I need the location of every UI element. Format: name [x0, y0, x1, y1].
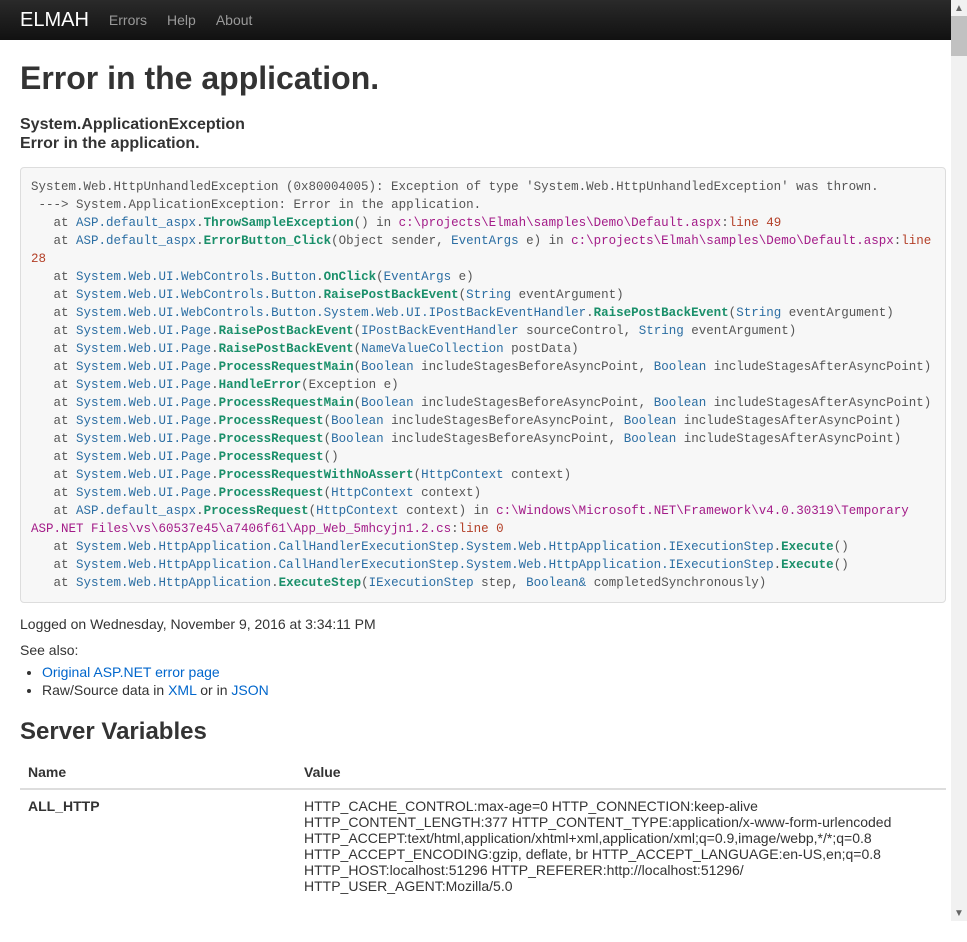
server-vars-table: Name Value ALL_HTTP HTTP_CACHE_CONTROL:m… — [20, 756, 946, 902]
stack-frame: at System.Web.UI.Page.ProcessRequest(Htt… — [31, 486, 481, 500]
stack-frame: at ASP.default_aspx.ErrorButton_Click(Ob… — [31, 234, 939, 266]
scrollbar-thumb[interactable] — [951, 16, 967, 56]
col-name: Name — [20, 756, 296, 789]
exception-type: System.ApplicationException — [20, 115, 946, 134]
stack-frame: at ASP.default_aspx.ThrowSampleException… — [31, 216, 781, 230]
scroll-up-icon[interactable]: ▲ — [951, 0, 967, 16]
scrollbar-track[interactable]: ▲ ▼ — [951, 0, 967, 921]
server-vars-heading: Server Variables — [20, 718, 946, 746]
nav-about[interactable]: About — [216, 12, 253, 28]
nav-errors[interactable]: Errors — [109, 12, 147, 28]
stack-frame: at System.Web.UI.Page.ProcessRequestWith… — [31, 468, 571, 482]
exception-message: Error in the application. — [20, 134, 946, 153]
stack-frame: at System.Web.HttpApplication.CallHandle… — [31, 558, 849, 572]
stack-frame: at System.Web.UI.WebControls.Button.Rais… — [31, 288, 624, 302]
navbar: ELMAH Errors Help About — [0, 0, 967, 40]
or-in-label: or in — [196, 682, 231, 698]
stack-frame: at System.Web.UI.WebControls.Button.Syst… — [31, 306, 894, 320]
stack-line: System.Web.HttpUnhandledException (0x800… — [31, 180, 879, 212]
stack-frame: at System.Web.UI.Page.RaisePostBackEvent… — [31, 342, 579, 356]
stack-frame: at System.Web.UI.Page.ProcessRequestMain… — [31, 396, 931, 410]
logged-timestamp: Logged on Wednesday, November 9, 2016 at… — [20, 616, 946, 632]
stack-frame: at System.Web.HttpApplication.ExecuteSte… — [31, 576, 766, 590]
brand[interactable]: ELMAH — [20, 9, 89, 32]
list-item: Original ASP.NET error page — [42, 664, 946, 680]
var-name: ALL_HTTP — [20, 789, 296, 902]
stack-trace: System.Web.HttpUnhandledException (0x800… — [20, 167, 946, 603]
nav-help[interactable]: Help — [167, 12, 196, 28]
stack-frame: at System.Web.UI.Page.ProcessRequest(Boo… — [31, 432, 901, 446]
var-value: HTTP_CACHE_CONTROL:max-age=0 HTTP_CONNEC… — [296, 789, 946, 902]
table-row: ALL_HTTP HTTP_CACHE_CONTROL:max-age=0 HT… — [20, 789, 946, 902]
xml-link[interactable]: XML — [168, 682, 196, 698]
stack-frame: at System.Web.UI.Page.HandleError(Except… — [31, 378, 399, 392]
stack-frame: at System.Web.UI.Page.RaisePostBackEvent… — [31, 324, 796, 338]
see-also-label: See also: — [20, 642, 946, 658]
scroll-down-icon[interactable]: ▼ — [951, 905, 967, 921]
stack-frame: at System.Web.UI.Page.ProcessRequestMain… — [31, 360, 931, 374]
content: Error in the application. System.Applica… — [0, 40, 966, 942]
stack-frame: at ASP.default_aspx.ProcessRequest(HttpC… — [31, 504, 916, 536]
list-item: Raw/Source data in XML or in JSON — [42, 682, 946, 698]
see-also-list: Original ASP.NET error page Raw/Source d… — [42, 664, 946, 698]
raw-label: Raw/Source data in — [42, 682, 168, 698]
stack-frame: at System.Web.UI.Page.ProcessRequest(Boo… — [31, 414, 901, 428]
stack-frame: at System.Web.UI.Page.ProcessRequest() — [31, 450, 339, 464]
stack-frame: at System.Web.UI.WebControls.Button.OnCl… — [31, 270, 474, 284]
stack-frame: at System.Web.HttpApplication.CallHandle… — [31, 540, 849, 554]
original-error-link[interactable]: Original ASP.NET error page — [42, 664, 220, 680]
page-title: Error in the application. — [20, 60, 946, 97]
col-value: Value — [296, 756, 946, 789]
json-link[interactable]: JSON — [231, 682, 268, 698]
